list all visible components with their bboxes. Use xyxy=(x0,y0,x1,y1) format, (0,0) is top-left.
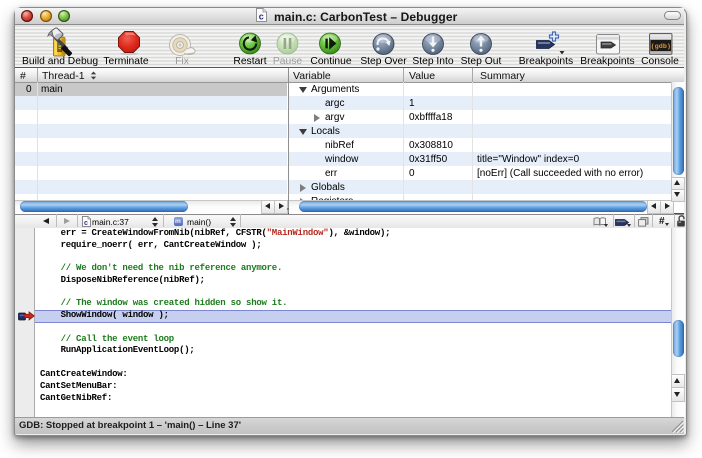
svg-text:c: c xyxy=(84,220,88,227)
svg-text:c: c xyxy=(259,12,264,22)
svg-text:(gdb): (gdb) xyxy=(651,43,671,51)
